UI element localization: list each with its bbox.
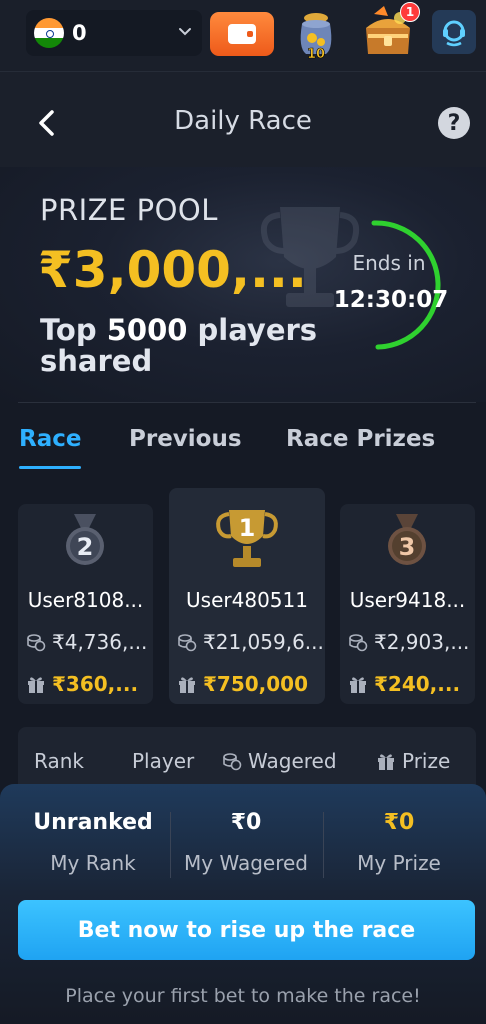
coins-icon xyxy=(27,634,46,652)
podium-prize: ₹750,000 xyxy=(177,672,321,696)
podium-username: User9418... xyxy=(349,588,466,612)
my-wagered-stat: ₹0 My Wagered xyxy=(171,810,321,875)
my-stats-panel: Unranked My Rank ₹0 My Wagered ₹0 My Pri… xyxy=(0,784,486,1024)
my-wagered-label: My Wagered xyxy=(184,851,308,875)
my-prize-stat: ₹0 My Prize xyxy=(324,810,474,875)
divider xyxy=(18,402,476,403)
help-icon[interactable]: ? xyxy=(438,107,470,139)
podium-username: User480511 xyxy=(186,588,308,612)
tab-race[interactable]: Race xyxy=(19,426,81,452)
coins-icon xyxy=(223,753,242,771)
countdown-timer: 12:30:07 xyxy=(333,287,449,313)
svg-text:3: 3 xyxy=(399,533,416,561)
coins-icon xyxy=(178,634,197,652)
svg-text:1: 1 xyxy=(239,514,256,542)
bronze-medal-icon: 3 xyxy=(388,514,426,565)
india-flag-icon xyxy=(34,18,64,48)
podium-wagered: ₹4,736,... xyxy=(26,630,149,654)
top-players-text: Top 5000 players shared xyxy=(40,313,318,378)
leaderboard-table-header: Rank Player Wagered Prize xyxy=(18,727,476,787)
page-title: Daily Race xyxy=(174,106,312,136)
chevron-down-icon xyxy=(179,28,191,36)
header-prize: Prize xyxy=(376,749,450,773)
podium-card-first[interactable]: 1 User480511 ₹21,059,6... ₹750,000 xyxy=(169,488,325,704)
avatar[interactable] xyxy=(432,10,476,54)
jar-badge: 10 xyxy=(307,47,325,60)
podium-prize: ₹360,... xyxy=(26,672,149,696)
podium-prize: ₹240,... xyxy=(348,672,471,696)
bet-now-button[interactable]: Bet now to rise up the race xyxy=(18,900,475,960)
tab-previous[interactable]: Previous xyxy=(129,426,242,452)
silver-medal-icon: 2 xyxy=(66,514,104,565)
prize-pool-label: PRIZE POOL xyxy=(40,193,218,227)
ends-in-label: Ends in xyxy=(352,251,426,275)
first-bet-hint: Place your first bet to make the race! xyxy=(65,985,421,1007)
tab-race-prizes[interactable]: Race Prizes xyxy=(286,426,435,452)
gift-icon xyxy=(179,677,195,693)
podium-username: User8108... xyxy=(27,588,144,612)
gift-icon xyxy=(350,677,366,693)
podium-wagered: ₹2,903,... xyxy=(348,630,471,654)
top-bar: 0 10 1 xyxy=(0,0,486,72)
title-bar: Daily Race ? xyxy=(0,72,486,167)
balance-value: 0 xyxy=(72,21,87,45)
my-wagered-value: ₹0 xyxy=(230,810,262,835)
header-player: Player xyxy=(132,749,195,773)
coins-icon xyxy=(349,634,368,652)
wallet-icon xyxy=(228,24,256,44)
prize-pool-banner: PRIZE POOL ₹3,000,... Top 5000 players s… xyxy=(0,167,486,402)
notification-badge: 1 xyxy=(400,2,420,22)
podium-card-second[interactable]: 2 User8108... ₹4,736,... ₹360,... xyxy=(18,504,153,704)
podium-card-third[interactable]: 3 User9418... ₹2,903,... ₹240,... xyxy=(340,504,475,704)
coin-jar-icon[interactable]: 10 xyxy=(294,8,338,60)
gift-icon xyxy=(378,754,394,770)
my-rank-value: Unranked xyxy=(33,810,153,835)
header-wagered: Wagered xyxy=(222,749,337,773)
my-rank-label: My Rank xyxy=(50,851,136,875)
players-count: 5000 xyxy=(106,313,188,347)
podium-wagered: ₹21,059,6... xyxy=(177,630,324,654)
tab-active-underline xyxy=(19,466,81,469)
balance-selector[interactable]: 0 xyxy=(26,10,202,56)
gift-icon xyxy=(28,677,44,693)
my-prize-value: ₹0 xyxy=(383,810,415,835)
timer-ring xyxy=(371,220,441,350)
svg-text:2: 2 xyxy=(77,533,94,561)
header-rank: Rank xyxy=(34,749,84,773)
gold-trophy-icon: 1 xyxy=(216,510,278,567)
my-prize-label: My Prize xyxy=(357,851,441,875)
prize-pool-amount: ₹3,000,... xyxy=(38,241,307,299)
wallet-button[interactable] xyxy=(210,12,274,56)
support-agent-icon xyxy=(443,20,465,47)
my-rank-stat: Unranked My Rank xyxy=(18,810,168,875)
